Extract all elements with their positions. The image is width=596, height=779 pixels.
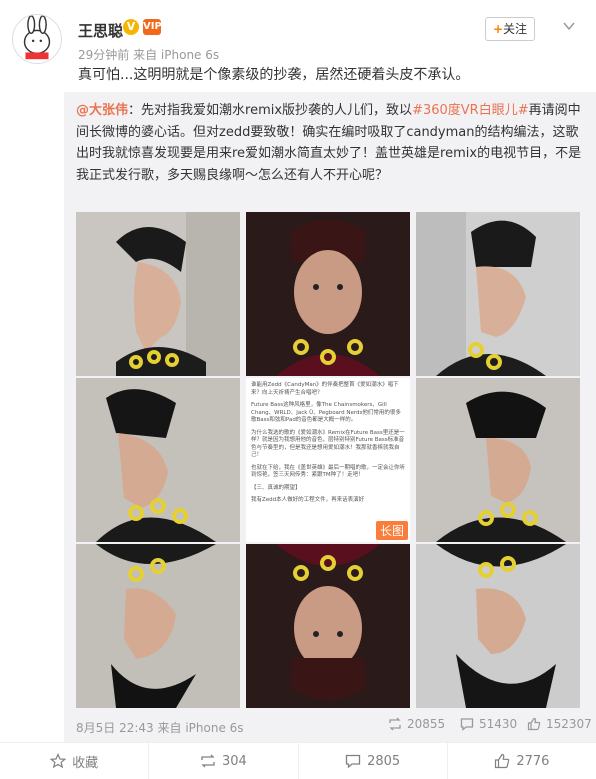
like-button[interactable]: 2776 bbox=[448, 743, 596, 779]
long-image-line: 【三、真诚的期望】 bbox=[251, 484, 301, 491]
repost-icon bbox=[201, 754, 215, 768]
favorite-button[interactable]: 收藏 bbox=[0, 743, 150, 779]
verified-icon: V bbox=[123, 19, 139, 35]
repost-comments-stat[interactable]: 51430 bbox=[460, 717, 517, 731]
repost-button[interactable]: 304 bbox=[149, 743, 299, 779]
long-image-line: 我有Zedd本人做好的工程文件，再来话表演好 bbox=[251, 497, 365, 503]
photo-8[interactable] bbox=[246, 544, 410, 708]
photo-1[interactable] bbox=[76, 212, 240, 376]
photo-image bbox=[246, 544, 410, 708]
repost-count: 304 bbox=[221, 753, 247, 769]
photo-3[interactable] bbox=[416, 212, 580, 376]
photo-image bbox=[416, 212, 580, 376]
thumbs-up-icon bbox=[527, 717, 541, 731]
post-meta: 29分钟前 来自 iPhone 6s bbox=[78, 46, 219, 63]
topic-link[interactable]: #360度VR白眼儿# bbox=[412, 103, 529, 118]
photo-image bbox=[416, 378, 580, 542]
post-text: 真可怕...这明明就是个像素级的抄袭，居然还硬着头皮不承认。 bbox=[78, 67, 470, 83]
repost-icon bbox=[389, 717, 401, 731]
long-image-text: 谁能用Zedd《CandyMan》的伴奏把整首《爱如潮水》唱下来？向上天祈祷产生… bbox=[251, 382, 405, 505]
repost-text: @大张伟：先对指我爱如潮水remix版抄袭的人儿们，致以#360度VR白眼儿#再… bbox=[76, 103, 582, 183]
photo-4[interactable] bbox=[76, 378, 240, 542]
repost-source: 来自 iPhone 6s bbox=[157, 721, 244, 735]
comment-icon bbox=[345, 754, 361, 769]
repost-author[interactable]: @大张伟 bbox=[76, 103, 128, 118]
photo-image bbox=[246, 212, 410, 376]
photo-image bbox=[76, 544, 240, 708]
repost-text-part1: 先对指我爱如潮水remix版抄袭的人儿们，致以 bbox=[141, 103, 413, 118]
repost-meta: 8月5日 22:43 来自 iPhone 6s bbox=[76, 719, 244, 736]
photo-image bbox=[416, 544, 580, 708]
comment-count: 2805 bbox=[367, 753, 401, 769]
avatar[interactable] bbox=[12, 14, 62, 64]
vip-icon: VIP bbox=[143, 19, 162, 35]
like-count: 2776 bbox=[516, 753, 550, 769]
long-image-photo[interactable]: 谁能用Zedd《CandyMan》的伴奏把整首《爱如潮水》唱下来？向上天祈祷产生… bbox=[246, 378, 410, 542]
repost-date[interactable]: 8月5日 22:43 bbox=[76, 721, 154, 735]
action-bar: 收藏 304 2805 2776 bbox=[0, 742, 596, 779]
repost-reposts-stat[interactable]: 20855 bbox=[388, 717, 445, 731]
repost-footer: 8月5日 22:43 来自 iPhone 6s 20855 51430 1523… bbox=[76, 716, 592, 736]
long-image-badge: 长图 bbox=[375, 521, 408, 540]
repost-reposts-count: 20855 bbox=[407, 717, 446, 731]
author-name[interactable]: 王思聪 bbox=[78, 20, 123, 41]
long-image-line: Future Bass这种风格里，像The Chainsmokers、Gill … bbox=[251, 402, 401, 423]
post-timestamp[interactable]: 29分钟前 bbox=[78, 48, 129, 62]
repost-likes-count: 152307 bbox=[546, 717, 592, 731]
photo-image bbox=[76, 212, 240, 376]
photo-7[interactable] bbox=[76, 544, 240, 708]
plus-icon: + bbox=[492, 22, 504, 36]
photo-image bbox=[76, 378, 240, 542]
photo-6[interactable] bbox=[416, 378, 580, 542]
repost-likes-stat[interactable]: 152307 bbox=[527, 717, 592, 731]
post-source: 来自 iPhone 6s bbox=[133, 48, 220, 62]
star-icon bbox=[50, 753, 67, 769]
follow-label: 关注 bbox=[503, 22, 528, 36]
comment-button[interactable]: 2805 bbox=[299, 743, 448, 779]
repost-comments-count: 51430 bbox=[479, 717, 518, 731]
post-header: 王思聪 V VIP 29分钟前 来自 iPhone 6s +关注 真可怕...这… bbox=[0, 0, 596, 92]
long-image-line: 谁能用Zedd《CandyMan》的伴奏把整首《爱如潮水》唱下来？向上天祈祷产生… bbox=[251, 382, 399, 396]
avatar-image bbox=[23, 15, 51, 60]
chevron-down-icon[interactable] bbox=[561, 18, 577, 34]
photo-2[interactable] bbox=[246, 212, 410, 376]
long-image-line: 也就在下给，我在《盖世英雄》最后一期唱的歌，一定会让你听到惊艳，签三天网传秀：紧… bbox=[251, 464, 406, 479]
photo-grid: 谁能用Zedd《CandyMan》的伴奏把整首《爱如潮水》唱下来？向上天祈祷产生… bbox=[76, 212, 580, 708]
favorite-label: 收藏 bbox=[72, 755, 99, 771]
photo-9[interactable] bbox=[416, 544, 580, 708]
long-image-line: 为什么我选的歌的《爱如潮水》Remix在Future Bass里还是一样？就是因… bbox=[251, 429, 405, 459]
follow-button[interactable]: +关注 bbox=[485, 17, 535, 41]
comment-icon bbox=[460, 718, 474, 731]
thumbs-up-icon bbox=[495, 753, 510, 769]
repost-box: @大张伟：先对指我爱如潮水remix版抄袭的人儿们，致以#360度VR白眼儿#再… bbox=[64, 92, 596, 742]
